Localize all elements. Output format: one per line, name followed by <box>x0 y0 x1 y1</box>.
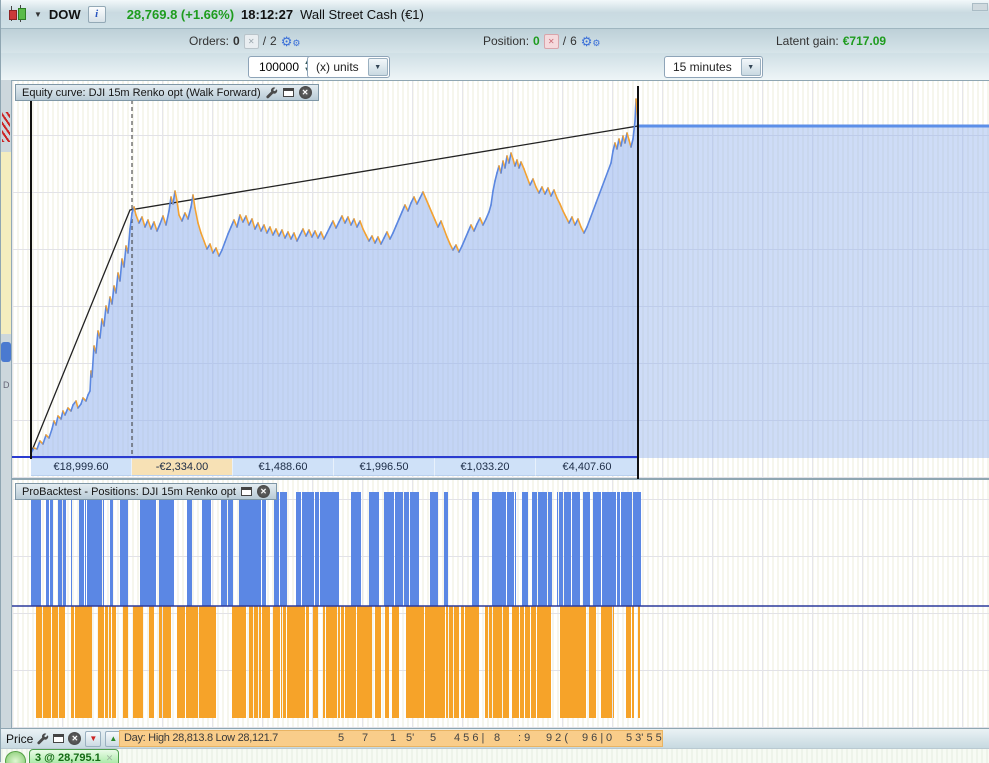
open-position-badge[interactable]: 3 @ 28,795.1 ✕ <box>29 749 119 763</box>
quantity-stepper[interactable]: ▲ ▼ <box>248 56 314 78</box>
wrench-icon[interactable] <box>37 733 49 745</box>
left-edge-panel-fragment: D <box>1 80 12 748</box>
detach-window-icon[interactable] <box>283 88 294 97</box>
candlestick-icon <box>7 5 27 23</box>
projection-region-fill <box>638 126 989 458</box>
units-dropdown[interactable]: (x) units ▼ <box>307 56 390 78</box>
cancel-orders-icon[interactable]: ✕ <box>244 34 259 49</box>
quantity-input[interactable] <box>249 57 301 77</box>
equity-area-fill <box>31 99 638 457</box>
close-position-badge-icon[interactable]: ✕ <box>106 753 114 763</box>
close-icon[interactable]: ✕ <box>299 86 312 99</box>
info-icon[interactable]: i <box>88 6 106 23</box>
trading-platform-window: { "icons": { "caret_down": "▼", "spin_up… <box>0 0 989 762</box>
detach-window-icon[interactable] <box>241 487 252 496</box>
position-configured: 6 <box>570 34 577 48</box>
positions-pane-title: ProBacktest - Positions: DJI 15m Renko o… <box>22 486 236 498</box>
timeframe-dropdown-value: 15 minutes <box>665 60 740 74</box>
red-drawing-fragment <box>2 112 10 142</box>
axis-label-fragment: 0 <box>606 732 612 744</box>
price-chart-top-fragment: 3 @ 28,795.1 ✕ <box>1 748 989 763</box>
letter-fragment: D <box>3 380 10 390</box>
latent-gain-value: €717.09 <box>843 34 886 48</box>
orders-group: Orders: 0 ✕ / 2 ⚙⚙ <box>189 29 300 53</box>
timeframe-dropdown-caret-icon[interactable]: ▼ <box>741 58 761 76</box>
axis-label-fragment: 5 <box>338 732 344 744</box>
equity-curve-chart <box>12 81 989 479</box>
walk-forward-value-strip: €18,999.60-€2,334.00€1,488.60€1,996.50€1… <box>12 458 989 477</box>
day-summary-text: Day: High 28,813.8 Low 28,121.7 <box>124 732 278 744</box>
position-label: Position: <box>483 34 529 48</box>
latent-gain-group: Latent gain: €717.09 <box>776 29 886 53</box>
axis-label-fragment: 9 2 ( <box>546 732 568 744</box>
price-pane-label: Price <box>6 732 33 746</box>
close-icon[interactable]: ✕ <box>68 732 81 745</box>
day-high-low-overlay: Day: High 28,813.8 Low 28,121.7 5 7 1 5' 5 4 … <box>119 730 663 747</box>
order-entry-bar: ▲ ▼ (x) units ▼ 15 minutes ▼ <box>1 53 989 81</box>
orders-position-bar: Orders: 0 ✕ / 2 ⚙⚙ Position: 0 ✕ / 6 ⚙⚙ … <box>1 29 989 54</box>
price-pane-header: Price ✕ ▼ ▲ Day: High 28,813.8 Low 28,12… <box>1 728 989 748</box>
position-separator: / <box>563 34 566 48</box>
positions-pane: ProBacktest - Positions: DJI 15m Renko o… <box>12 478 989 728</box>
units-dropdown-value: (x) units <box>308 60 367 74</box>
axis-label-fragment: : 9 <box>518 732 530 744</box>
trend-line <box>31 126 638 453</box>
orders-label: Orders: <box>189 34 229 48</box>
walk-forward-segment-value: €4,407.60 <box>536 458 639 476</box>
instrument-name: Wall Street Cash (€1) <box>300 7 424 22</box>
equity-curve-line <box>31 99 638 453</box>
equity-pane-title: Equity curve: DJI 15m Renko opt (Walk Fo… <box>22 87 261 99</box>
latent-gain-label: Latent gain: <box>776 34 839 48</box>
axis-label-fragment: 4 5 6 | <box>454 732 484 744</box>
axis-label-fragment: 5 <box>430 732 436 744</box>
axis-label-fragment: 7 <box>362 732 368 744</box>
close-position-icon[interactable]: ✕ <box>544 34 559 49</box>
positions-pane-title-tab: ProBacktest - Positions: DJI 15m Renko o… <box>15 483 277 500</box>
equity-pane-title-tab: Equity curve: DJI 15m Renko opt (Walk Fo… <box>15 84 319 101</box>
short-position-bars <box>36 606 640 718</box>
orders-separator: / <box>263 34 266 48</box>
price-change: 28,769.8 (+1.66%) <box>127 7 234 22</box>
walk-forward-segment-value: €1,033.20 <box>435 458 536 476</box>
orders-configured: 2 <box>270 34 277 48</box>
position-marker-icon <box>5 751 26 763</box>
walk-forward-segment-value: €18,999.60 <box>31 458 132 476</box>
axis-label-fragment: 9 6 | <box>582 732 603 744</box>
long-position-bars <box>31 492 641 606</box>
walk-forward-segment-value: -€2,334.00 <box>132 458 233 476</box>
close-icon[interactable]: ✕ <box>257 485 270 498</box>
equity-curve-pane: Equity curve: DJI 15m Renko opt (Walk Fo… <box>12 80 989 478</box>
blue-button-fragment <box>1 342 11 362</box>
symbol-dropdown-caret[interactable]: ▼ <box>34 10 42 19</box>
position-settings-gear-icon[interactable]: ⚙⚙ <box>581 35 601 48</box>
sell-arrow-icon[interactable]: ▼ <box>85 731 101 747</box>
position-group: Position: 0 ✕ / 6 ⚙⚙ <box>483 29 600 53</box>
clock: 18:12:27 <box>241 7 293 22</box>
orders-settings-gear-icon[interactable]: ⚙⚙ <box>281 35 301 48</box>
positions-bars-chart <box>12 480 989 730</box>
axis-label-fragment: 5' <box>406 732 414 744</box>
walk-forward-segment-value: €1,488.60 <box>233 458 334 476</box>
open-position-badge-label: 3 @ 28,795.1 <box>35 752 101 763</box>
axis-label-fragment: 5 3' 5 5 3 5 <box>626 732 663 744</box>
window-corner-fragment <box>972 3 988 11</box>
detach-window-icon[interactable] <box>53 734 64 743</box>
timeframe-dropdown[interactable]: 15 minutes ▼ <box>664 56 763 78</box>
symbol-label[interactable]: DOW <box>49 7 81 22</box>
walk-forward-segment-value: €1,996.50 <box>334 458 435 476</box>
wrench-icon[interactable] <box>266 87 278 99</box>
axis-label-fragment: 1 <box>390 732 396 744</box>
axis-label-fragment: 8 <box>494 732 500 744</box>
position-count: 0 <box>533 34 540 48</box>
instrument-toolbar: ▼ DOW i 28,769.8 (+1.66%) 18:12:27 Wall … <box>1 0 989 29</box>
units-dropdown-caret-icon[interactable]: ▼ <box>368 58 388 76</box>
orders-count: 0 <box>233 34 240 48</box>
yellow-panel-fragment <box>1 152 11 334</box>
